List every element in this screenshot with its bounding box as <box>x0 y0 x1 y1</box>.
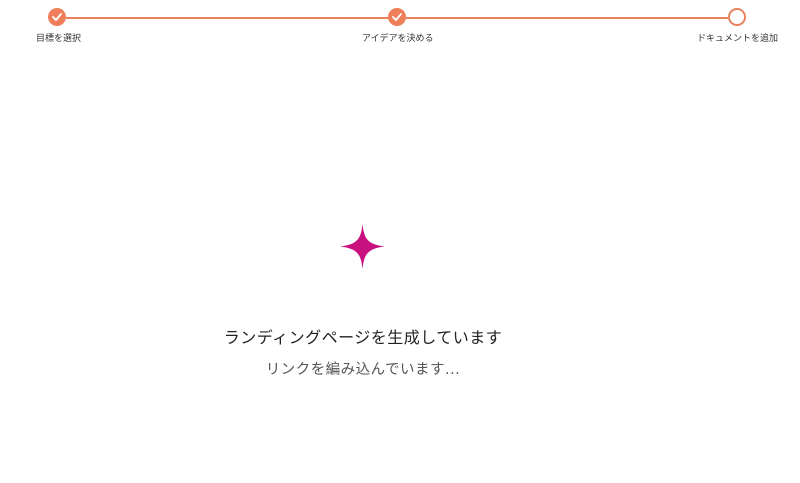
step-3-label: ドキュメントを追加 <box>696 34 778 44</box>
step-2-label: アイデアを決める <box>362 34 434 44</box>
step-3-indicator <box>728 8 746 26</box>
step-2-indicator <box>388 8 406 26</box>
step-connector <box>405 17 728 19</box>
checkmark-icon <box>52 13 62 21</box>
progress-stepper: 目標を選択 アイデアを決める ドキュメントを追加 <box>0 0 800 50</box>
step-1-label: 目標を選択 <box>36 34 82 44</box>
loading-subtitle: リンクを編み込んでいます... <box>265 362 461 378</box>
loading-title: ランディングページを生成しています <box>223 328 503 347</box>
checkmark-icon <box>392 13 402 21</box>
sparkle-icon <box>340 224 385 269</box>
step-connector <box>66 17 389 19</box>
step-1-indicator <box>48 8 66 26</box>
page: 目標を選択 アイデアを決める ドキュメントを追加 ランディングページを生成してい… <box>0 0 800 483</box>
